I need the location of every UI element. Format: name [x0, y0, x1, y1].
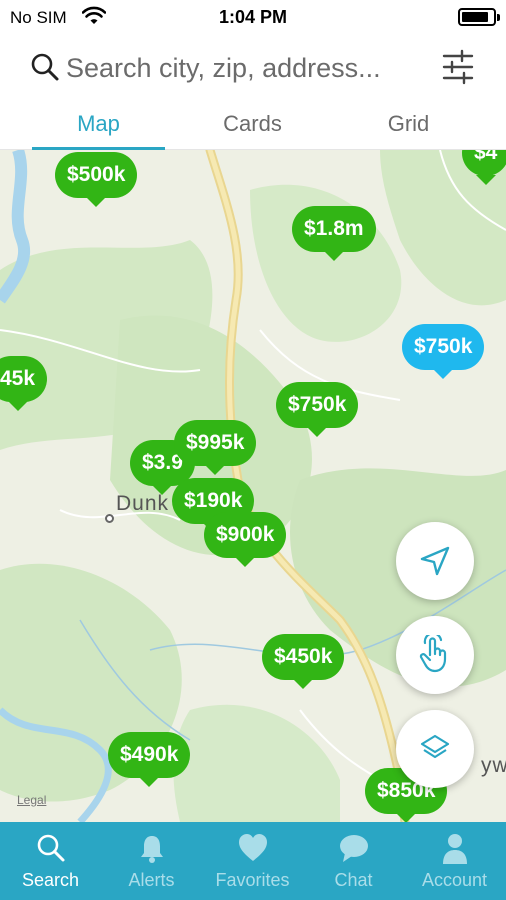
nav-label: Favorites [215, 870, 290, 890]
listing-pin[interactable]: $500k [55, 152, 138, 207]
tab-map[interactable]: Map [32, 100, 165, 150]
bottom-nav: Search Alerts Favorites Chat Account [0, 822, 506, 900]
battery-icon [458, 8, 500, 26]
nav-label: Search [21, 870, 80, 890]
search-icon [37, 834, 65, 862]
nav-label: Account [421, 870, 488, 890]
listing-pin[interactable]: $750k [276, 382, 359, 437]
hand-pointer-icon [419, 635, 447, 673]
listing-pin[interactable]: $995k [174, 420, 257, 475]
listing-pin[interactable]: 45k [0, 356, 48, 411]
filter-sliders-icon[interactable] [440, 48, 476, 86]
nav-account[interactable]: Account [404, 822, 505, 900]
search-input[interactable] [66, 48, 426, 88]
listing-pin[interactable]: $490k [108, 732, 191, 787]
draw-area-button[interactable] [396, 616, 474, 694]
search-bar [0, 34, 506, 100]
bell-icon [141, 836, 163, 863]
place-label: Dunk [116, 492, 170, 515]
heart-icon [239, 834, 267, 861]
place-marker-icon [105, 514, 114, 523]
listing-pin-selected[interactable]: $750k [402, 324, 485, 379]
chat-bubble-icon [340, 835, 368, 862]
legal-link[interactable]: Legal [17, 793, 46, 807]
nav-alerts[interactable]: Alerts [101, 822, 202, 900]
view-tabs: Map Cards Grid [0, 100, 506, 150]
tab-grid[interactable]: Grid [342, 100, 475, 150]
locate-button[interactable] [396, 522, 474, 600]
listing-pin[interactable]: $450k [262, 634, 345, 689]
map-view[interactable]: $500k $4 $1.8m $750k 45k $750k $3.9 $995… [0, 150, 506, 822]
listing-pin[interactable]: $900k [204, 512, 287, 567]
nav-chat[interactable]: Chat [303, 822, 404, 900]
nav-label: Chat [334, 870, 373, 890]
tab-cards[interactable]: Cards [186, 100, 319, 150]
person-icon [443, 834, 467, 864]
listing-pin[interactable]: $1.8m [292, 206, 376, 261]
nav-label: Alerts [128, 870, 175, 890]
place-label-right: yw [481, 754, 506, 777]
clock: 1:04 PM [218, 7, 288, 27]
map-layers-button[interactable] [396, 710, 474, 788]
nav-favorites[interactable]: Favorites [202, 822, 303, 900]
search-icon [31, 53, 59, 81]
nav-search[interactable]: Search [0, 822, 101, 900]
status-bar: No SIM 1:04 PM [0, 0, 506, 34]
location-arrow-icon [420, 546, 450, 576]
layers-icon [420, 734, 450, 759]
